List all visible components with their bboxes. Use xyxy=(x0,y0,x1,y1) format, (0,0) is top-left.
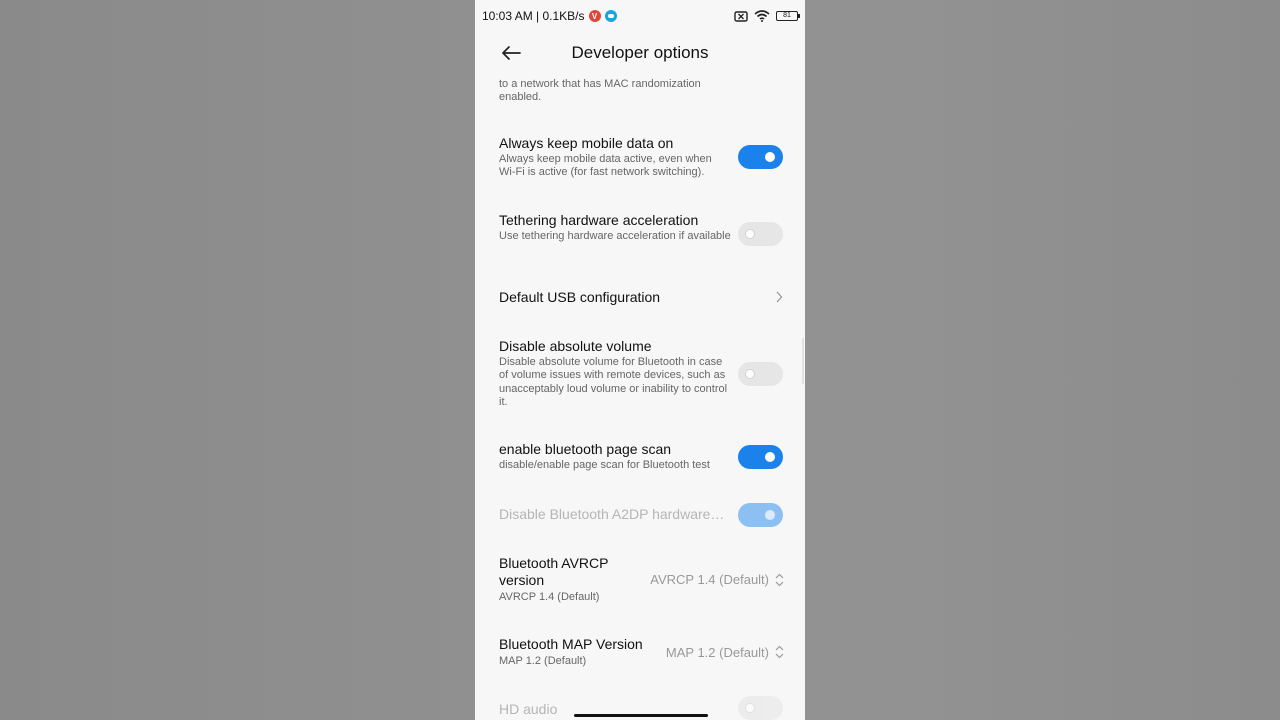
no-sim-icon xyxy=(734,10,748,22)
bt-page-scan-toggle[interactable] xyxy=(738,445,783,469)
list-item-map-version[interactable]: Bluetooth MAP Version MAP 1.2 (Default) … xyxy=(499,636,785,668)
app-header: Developer options xyxy=(475,34,805,72)
item-text: Disable Bluetooth A2DP hardware… xyxy=(499,506,731,523)
item-desc: Use tethering hardware acceleration if a… xyxy=(499,230,731,242)
scroll-indicator xyxy=(802,338,804,384)
item-desc: Disable absolute volume for Bluetooth in… xyxy=(499,356,728,409)
item-title: Tethering hardware acceleration xyxy=(499,212,699,228)
toggle-knob xyxy=(745,229,755,239)
list-item-usb-config[interactable]: Default USB configuration xyxy=(499,289,785,306)
list-item-absolute-volume[interactable]: Disable absolute volume Disable absolute… xyxy=(499,338,785,410)
toggle-knob xyxy=(765,452,775,462)
message-notification-icon xyxy=(604,10,617,22)
item-title: Default USB configuration xyxy=(499,289,661,305)
battery-icon: 81 xyxy=(776,11,800,21)
status-time: 10:03 AM | 0.1KB/s xyxy=(482,9,585,23)
item-desc: Always keep mobile data active, even whe… xyxy=(499,153,712,179)
map-value[interactable]: MAP 1.2 (Default) xyxy=(666,645,769,660)
wifi-icon xyxy=(754,10,770,22)
list-item-tethering[interactable]: Tethering hardware acceleration Use teth… xyxy=(499,212,785,246)
mobile-data-toggle[interactable] xyxy=(738,145,783,169)
phone-screen: 10:03 AM | 0.1KB/s V 81 Developer option xyxy=(475,0,805,720)
home-indicator[interactable] xyxy=(574,714,708,717)
item-text: Tethering hardware acceleration Use teth… xyxy=(499,212,731,243)
toggle-knob xyxy=(765,152,775,162)
toggle-knob xyxy=(745,703,755,713)
item-desc: AVRCP 1.4 (Default) xyxy=(499,591,600,603)
chevron-up-down-icon xyxy=(775,573,784,587)
item-text: Bluetooth AVRCP version AVRCP 1.4 (Defau… xyxy=(499,555,619,604)
list-item-a2dp-hw: Disable Bluetooth A2DP hardware… xyxy=(499,503,785,527)
item-desc: MAP 1.2 (Default) xyxy=(499,655,587,667)
item-text: Disable absolute volume Disable absolute… xyxy=(499,338,731,410)
list-item-mobile-data[interactable]: Always keep mobile data on Always keep m… xyxy=(499,135,785,180)
tethering-toggle[interactable] xyxy=(738,222,783,246)
item-title: enable bluetooth page scan xyxy=(499,441,672,457)
item-title: Bluetooth MAP Version xyxy=(499,636,643,652)
item-title: Always keep mobile data on xyxy=(499,135,674,151)
item-text: Bluetooth MAP Version MAP 1.2 (Default) xyxy=(499,636,659,668)
page-title: Developer options xyxy=(571,43,709,62)
item-text: Always keep mobile data on Always keep m… xyxy=(499,135,731,180)
item-text: enable bluetooth page scan disable/enabl… xyxy=(499,441,731,472)
avrcp-value[interactable]: AVRCP 1.4 (Default) xyxy=(650,572,769,587)
item-desc: to a network that has MAC randomization … xyxy=(499,78,701,104)
absolute-volume-toggle[interactable] xyxy=(738,362,783,386)
a2dp-hw-toggle xyxy=(738,503,783,527)
list-item-avrcp-version[interactable]: Bluetooth AVRCP version AVRCP 1.4 (Defau… xyxy=(499,555,785,604)
vivaldi-notification-icon: V xyxy=(588,10,601,22)
chevron-up-down-icon xyxy=(775,645,784,659)
status-bar: 10:03 AM | 0.1KB/s V 81 xyxy=(475,0,805,32)
toggle-knob xyxy=(745,369,755,379)
item-title: Disable absolute volume xyxy=(499,338,652,354)
item-title: Bluetooth AVRCP version xyxy=(499,555,609,588)
toggle-knob xyxy=(765,510,775,520)
status-right: 81 xyxy=(734,10,800,22)
item-desc: disable/enable page scan for Bluetooth t… xyxy=(499,459,710,471)
item-title: Disable Bluetooth A2DP hardware… xyxy=(499,506,725,522)
list-item-bt-page-scan[interactable]: enable bluetooth page scan disable/enabl… xyxy=(499,441,785,472)
list-item-mac-randomization: to a network that has MAC randomization … xyxy=(499,77,785,105)
hd-audio-toggle xyxy=(738,696,783,720)
chevron-right-icon xyxy=(776,291,783,303)
status-left: 10:03 AM | 0.1KB/s V xyxy=(482,9,617,23)
